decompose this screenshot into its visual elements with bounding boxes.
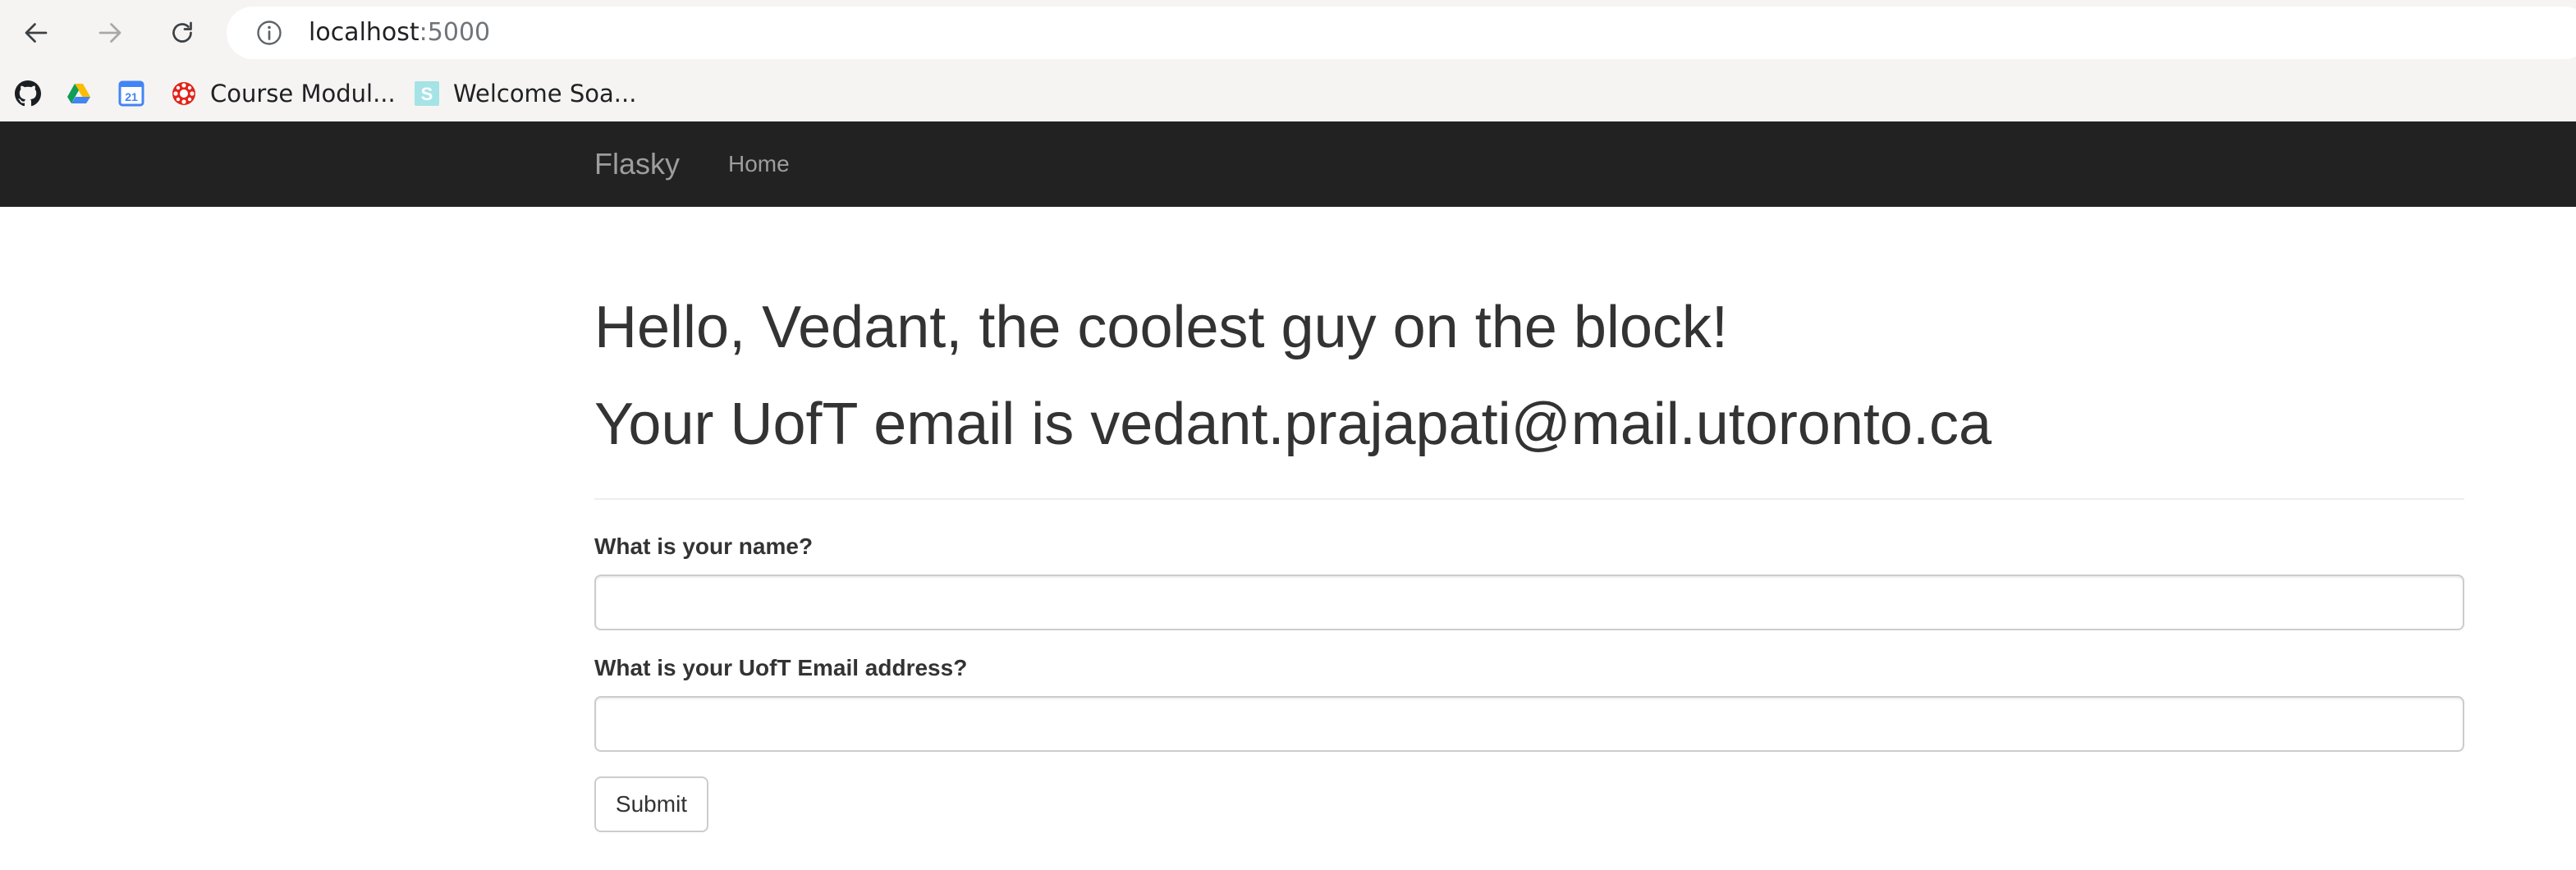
bookmark-welcome-soapbox[interactable]: S Welcome Soa... [414, 66, 636, 121]
email-label: What is your UofT Email address? [594, 655, 968, 680]
bookmark-google-drive[interactable] [66, 66, 92, 121]
github-icon [15, 80, 41, 107]
quercus-icon [172, 82, 195, 105]
email-heading: Your UofT email is vedant.prajapati@mail… [594, 392, 1992, 457]
greeting-heading: Hello, Vedant, the coolest guy on the bl… [594, 295, 1728, 360]
address-bar[interactable]: localhost:5000 [227, 7, 2576, 59]
svg-text:S: S [421, 84, 433, 104]
url-text[interactable]: localhost:5000 [309, 7, 490, 59]
url-host: localhost [309, 18, 419, 47]
arrow-left-icon [25, 23, 48, 43]
soapbox-icon: S [415, 81, 439, 106]
google-calendar-icon: 21 [118, 80, 144, 107]
navbar-brand[interactable]: Flasky [594, 121, 680, 207]
bookmark-github[interactable] [15, 66, 41, 121]
site-navbar: Flasky Home [0, 121, 2576, 207]
bookmark-google-calendar[interactable]: 21 [118, 66, 144, 121]
svg-text:21: 21 [125, 90, 138, 103]
name-input[interactable] [594, 575, 2464, 630]
bookmark-label: Welcome Soa... [453, 80, 637, 108]
bookmark-label: Course Modul... [210, 80, 396, 108]
nav-link-home[interactable]: Home [728, 121, 790, 207]
browser-toolbar: localhost:5000 [0, 0, 2576, 66]
name-label: What is your name? [594, 533, 814, 559]
page-header-divider [594, 498, 2464, 500]
arrow-right-icon [99, 23, 121, 43]
bookmark-course-modules[interactable]: Course Modul... [171, 66, 396, 121]
info-icon[interactable] [254, 18, 284, 48]
url-port: :5000 [419, 18, 491, 47]
google-drive-icon [67, 84, 90, 103]
reload-button[interactable] [159, 10, 205, 56]
back-button[interactable] [13, 10, 59, 56]
bookmarks-bar: 21 Course Modul... S Welcome Soa... [0, 66, 2576, 121]
email-input[interactable] [594, 696, 2464, 752]
reload-icon [172, 21, 192, 43]
forward-button[interactable] [87, 10, 133, 56]
submit-button[interactable]: Submit [594, 776, 708, 832]
